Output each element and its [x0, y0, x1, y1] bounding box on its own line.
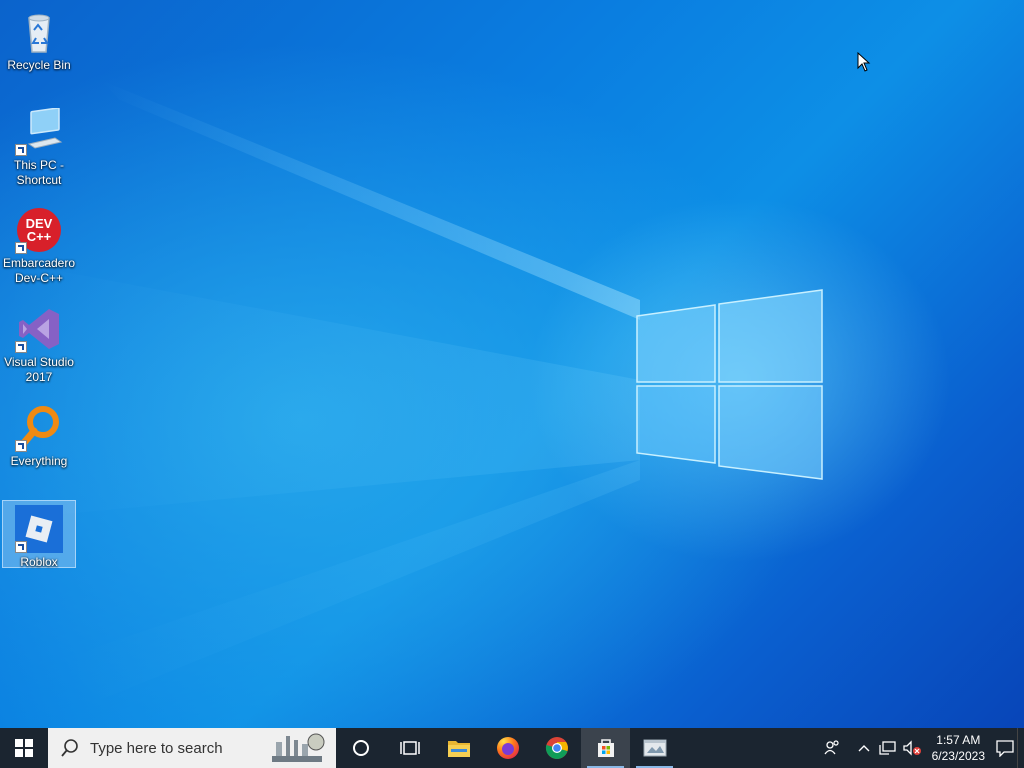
chevron-up-icon — [858, 745, 870, 752]
cortana-circle-icon — [352, 740, 369, 756]
action-center-button[interactable] — [993, 728, 1017, 768]
people-icon — [824, 740, 839, 755]
network-icon — [878, 741, 896, 755]
taskbar-search-box[interactable]: Type here to search — [48, 728, 336, 768]
folder-icon — [447, 741, 470, 757]
desktop-icon-everything[interactable]: Everything — [2, 400, 76, 472]
desktop-icon-visual-studio[interactable]: Visual Studio 2017 — [2, 301, 76, 387]
this-pc-icon — [15, 107, 63, 156]
search-placeholder: Type here to search — [90, 739, 223, 757]
search-highlight-illustration-icon — [272, 733, 325, 762]
desktop-icon-label: Recycle Bin — [7, 58, 71, 72]
taskbar-chrome-button[interactable] — [532, 728, 581, 768]
app-window-icon — [643, 739, 666, 757]
start-button[interactable] — [0, 728, 48, 768]
everything-search-icon — [15, 404, 63, 452]
windows-start-icon — [15, 739, 33, 757]
store-icon — [597, 739, 614, 757]
taskbar-firefox-button[interactable] — [483, 728, 532, 768]
shortcut-arrow-icon — [15, 541, 27, 553]
chrome-icon — [545, 737, 568, 759]
tray-people-button[interactable] — [812, 728, 852, 768]
wallpaper-light-beams — [0, 80, 823, 700]
svg-text:C++: C++ — [27, 229, 52, 244]
taskbar-app-window-button[interactable] — [630, 728, 679, 768]
recycle-bin-icon — [15, 8, 63, 56]
system-tray: 1:57 AM 6/23/2023 — [812, 728, 1024, 768]
tray-network-button[interactable] — [876, 728, 900, 768]
clock-date: 6/23/2023 — [931, 749, 985, 763]
desktop-icon-this-pc[interactable]: This PC - Shortcut — [2, 104, 76, 188]
show-desktop-button[interactable] — [1017, 728, 1024, 768]
taskbar-file-explorer-button[interactable] — [434, 728, 483, 768]
search-icon — [61, 739, 78, 757]
shortcut-arrow-icon — [15, 341, 27, 353]
volume-muted-icon — [902, 740, 921, 756]
desktop-icon-recycle-bin[interactable]: Recycle Bin — [2, 4, 76, 76]
shortcut-arrow-icon — [15, 144, 27, 156]
mouse-cursor-icon — [857, 52, 871, 72]
notification-icon — [996, 740, 1014, 757]
taskbar-cortana-button[interactable] — [336, 728, 385, 768]
taskbar-clock[interactable]: 1:57 AM 6/23/2023 — [924, 732, 993, 764]
visual-studio-icon — [15, 305, 63, 353]
tray-show-hidden-icons-button[interactable] — [852, 728, 876, 768]
desktop-icon-label: This PC - Shortcut — [13, 158, 64, 187]
desktop-background[interactable]: Recycle Bin This PC - Shortcut DEV C++ E… — [0, 0, 1024, 728]
tray-volume-button[interactable] — [900, 728, 924, 768]
shortcut-arrow-icon — [15, 440, 27, 452]
devcpp-icon: DEV C++ — [15, 206, 63, 254]
desktop-icon-label: Visual Studio 2017 — [4, 355, 74, 384]
shortcut-arrow-icon — [15, 242, 27, 254]
taskbar-store-button[interactable] — [581, 728, 630, 768]
desktop-icon-devcpp[interactable]: DEV C++ Embarcadero Dev-C++ — [2, 202, 76, 288]
desktop-icon-roblox[interactable]: Roblox — [2, 500, 76, 569]
desktop-icon-label: Embarcadero Dev-C++ — [2, 256, 76, 285]
desktop-icon-label: Roblox — [20, 555, 58, 569]
firefox-icon — [496, 737, 519, 759]
windows-logo-wallpaper — [636, 289, 823, 480]
roblox-icon — [15, 505, 63, 553]
taskbar: Type here to search 1:57 AM 6/23/2023 — [0, 728, 1024, 768]
taskbar-task-view-button[interactable] — [385, 728, 434, 768]
clock-time: 1:57 AM — [936, 733, 981, 747]
task-view-icon — [399, 741, 420, 755]
desktop-icon-label: Everything — [10, 454, 68, 468]
